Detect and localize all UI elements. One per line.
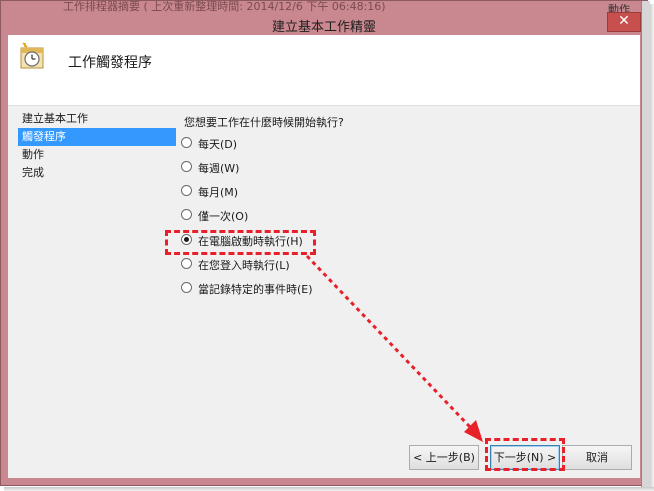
screenshot-shadow-bottom (4, 487, 654, 491)
cancel-button[interactable]: 取消 (562, 445, 632, 470)
radio-button[interactable] (181, 185, 192, 196)
radio-button[interactable] (181, 161, 192, 172)
clock-calendar-icon (20, 42, 44, 69)
radio-button[interactable] (181, 282, 192, 293)
radio-button[interactable] (181, 209, 192, 220)
radio-button[interactable] (181, 258, 192, 269)
radio-button-selected[interactable] (181, 234, 192, 245)
trigger-prompt: 您想要工作在什麼時候開始執行? (184, 116, 344, 129)
next-button[interactable]: 下一步(N) > (490, 445, 560, 470)
page-heading: 工作觸發程序 (68, 55, 152, 71)
close-icon: ✕ (618, 13, 630, 29)
wizard-client-area: 工作觸發程序 建立基本工作 觸發程序 動作 完成 您想要工作在什麼時候開始執行?… (8, 35, 640, 478)
radio-label: 在您登入時執行(L) (198, 259, 290, 272)
wizard-steps-nav: 建立基本工作 觸發程序 動作 完成 (18, 110, 176, 182)
radio-label: 每天(D) (198, 138, 238, 151)
title-bar: 建立基本工作精靈 ✕ (8, 12, 641, 35)
back-button[interactable]: < 上一步(B) (409, 445, 479, 470)
background-window-title: 工作排程器摘要 ( 上次重新整理時間: 2014/12/6 下午 06:48:1… (63, 1, 386, 13)
wizard-window: 工作排程器摘要 ( 上次重新整理時間: 2014/12/6 下午 06:48:1… (0, 0, 650, 487)
radio-label: 當記錄特定的事件時(E) (198, 283, 313, 296)
radio-label: 每月(M) (198, 186, 239, 199)
nav-step-trigger[interactable]: 觸發程序 (18, 128, 176, 146)
close-button[interactable]: ✕ (607, 12, 641, 32)
radio-label: 每週(W) (198, 162, 240, 175)
nav-step-finish[interactable]: 完成 (18, 164, 176, 182)
radio-label: 在電腦啟動時執行(H) (198, 235, 303, 248)
nav-step-action[interactable]: 動作 (18, 146, 176, 164)
wizard-header: 工作觸發程序 (8, 35, 640, 106)
radio-button[interactable] (181, 137, 192, 148)
nav-step-create-basic-task[interactable]: 建立基本工作 (18, 110, 176, 128)
radio-label: 僅一次(O) (198, 210, 249, 223)
background-actions-pane: 動作 (608, 1, 650, 487)
dialog-title: 建立基本工作精靈 (271, 20, 376, 35)
